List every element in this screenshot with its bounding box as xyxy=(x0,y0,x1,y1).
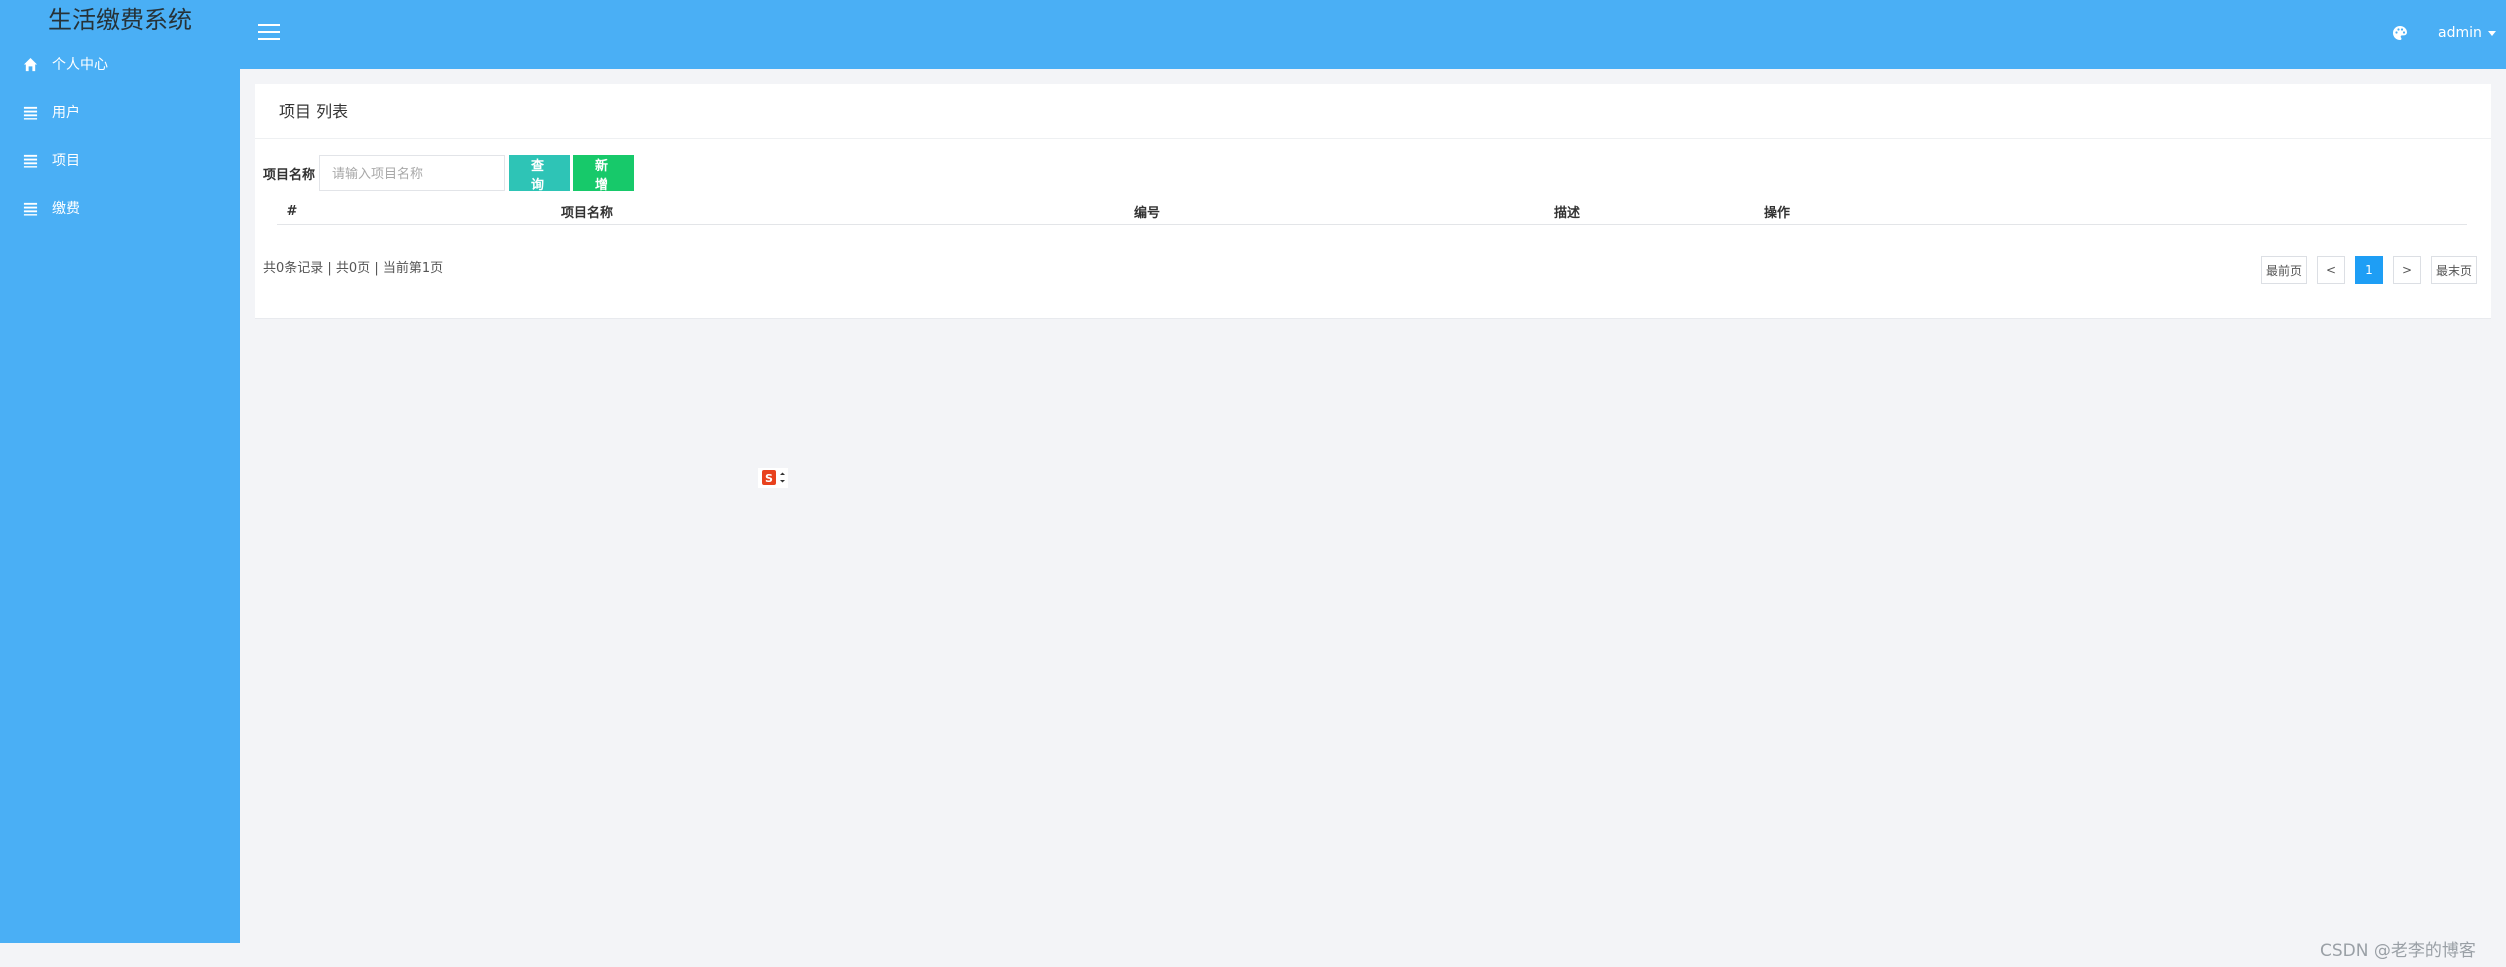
column-header-description: 描述 xyxy=(1427,200,1707,225)
records-summary: 共0条记录 | 共0页 | 当前第1页 xyxy=(263,261,444,276)
hamburger-icon[interactable] xyxy=(258,24,280,42)
page-number-button[interactable]: 1 xyxy=(2354,256,2383,284)
first-page-button[interactable]: 最前页 xyxy=(2260,256,2307,284)
pagination: 最前页 < 1 > 最末页 xyxy=(2251,256,2477,284)
table-header-row: # 项目名称 编号 描述 操作 xyxy=(277,200,2467,225)
list-icon xyxy=(22,200,38,216)
sidebar-item-label: 缴费 xyxy=(52,201,80,217)
column-header-index: # xyxy=(277,200,307,225)
user-menu[interactable]: admin xyxy=(2438,25,2496,41)
next-page-button[interactable]: > xyxy=(2392,256,2421,284)
column-spacer xyxy=(1847,200,2467,225)
app-title: 生活缴费系统 xyxy=(48,6,192,34)
project-table: # 项目名称 编号 描述 操作 xyxy=(277,200,2467,225)
sogou-icon: S xyxy=(758,468,788,488)
column-header-code: 编号 xyxy=(867,200,1427,225)
list-icon xyxy=(22,104,38,120)
column-header-actions: 操作 xyxy=(1707,200,1847,225)
page-title: 项目 列表 xyxy=(255,84,2491,139)
sidebar-item-projects[interactable]: 项目 xyxy=(0,136,240,184)
home-icon xyxy=(22,56,38,72)
sidebar-item-payments[interactable]: 缴费 xyxy=(0,184,240,232)
search-bar: 项目名称 查 询 新 增 xyxy=(263,155,635,193)
last-page-button[interactable]: 最末页 xyxy=(2430,256,2477,284)
query-button[interactable]: 查 询 xyxy=(509,155,571,193)
svg-text:S: S xyxy=(765,472,773,485)
prev-page-button[interactable]: < xyxy=(2316,256,2345,284)
input-method-widget[interactable]: S xyxy=(758,468,788,488)
list-icon xyxy=(22,152,38,168)
sidebar-item-profile[interactable]: 个人中心 xyxy=(0,40,240,88)
palette-icon[interactable] xyxy=(2392,25,2410,43)
top-bar: admin xyxy=(240,0,2506,69)
sidebar-item-label: 用户 xyxy=(52,105,80,121)
watermark: CSDN @老李的博客 xyxy=(2320,941,2476,961)
search-label: 项目名称 xyxy=(263,167,316,183)
column-header-name: 项目名称 xyxy=(307,200,867,225)
sidebar-item-label: 项目 xyxy=(52,153,80,169)
sidebar: 生活缴费系统 个人中心 用户 项目 缴费 xyxy=(0,0,240,943)
search-input[interactable] xyxy=(319,155,506,191)
sidebar-item-label: 个人中心 xyxy=(52,57,108,73)
sidebar-item-users[interactable]: 用户 xyxy=(0,88,240,136)
chevron-down-icon xyxy=(2487,30,2496,36)
user-name: admin xyxy=(2438,25,2482,41)
main-panel: 项目 列表 项目名称 查 询 新 增 # 项目名称 编号 描述 操作 共0条记录… xyxy=(255,84,2491,319)
add-button[interactable]: 新 增 xyxy=(573,155,635,193)
